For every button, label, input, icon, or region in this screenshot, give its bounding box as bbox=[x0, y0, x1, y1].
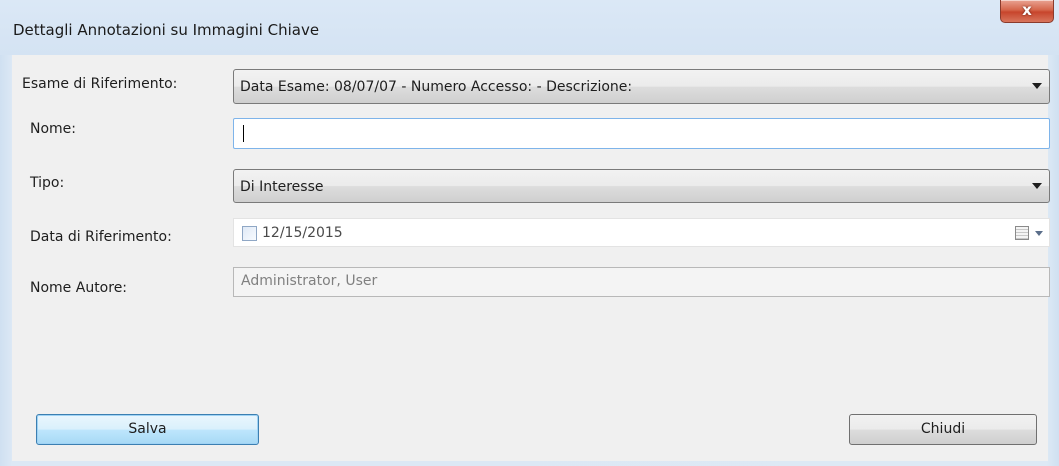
reference-date-value: 12/15/2015 bbox=[262, 225, 343, 241]
calendar-icon[interactable] bbox=[1015, 226, 1029, 240]
type-select-value: Di Interesse bbox=[240, 179, 324, 195]
author-label: Nome Autore: bbox=[30, 280, 128, 296]
title-bar[interactable]: Dettagli Annotazioni su Immagini Chiave … bbox=[0, 0, 1059, 55]
chevron-down-icon bbox=[1032, 183, 1042, 189]
reference-date-picker[interactable]: 12/15/2015 bbox=[233, 218, 1050, 247]
calendar-dropdown-icon[interactable] bbox=[1035, 231, 1043, 236]
save-button[interactable]: Salva bbox=[36, 414, 259, 445]
close-window-button[interactable]: x bbox=[1000, 0, 1054, 23]
close-icon: x bbox=[1022, 1, 1032, 19]
chevron-down-icon bbox=[1032, 83, 1042, 89]
exam-label: Esame di Riferimento: bbox=[22, 76, 178, 92]
name-input[interactable] bbox=[233, 118, 1050, 149]
dialog-body: Esame di Riferimento: Data Esame: 08/07/… bbox=[12, 55, 1050, 461]
reference-date-label: Data di Riferimento: bbox=[30, 229, 172, 245]
reference-date-checkbox[interactable] bbox=[242, 226, 257, 241]
author-field-value: Administrator, User bbox=[241, 273, 378, 289]
text-caret bbox=[243, 125, 244, 142]
exam-select-value: Data Esame: 08/07/07 - Numero Accesso: -… bbox=[240, 79, 633, 95]
close-button[interactable]: Chiudi bbox=[849, 414, 1037, 445]
author-field: Administrator, User bbox=[233, 267, 1050, 297]
save-button-label: Salva bbox=[128, 421, 167, 437]
type-label: Tipo: bbox=[30, 175, 65, 191]
name-label: Nome: bbox=[30, 121, 77, 137]
window-frame: Dettagli Annotazioni su Immagini Chiave … bbox=[0, 0, 1059, 466]
exam-select[interactable]: Data Esame: 08/07/07 - Numero Accesso: -… bbox=[233, 69, 1050, 104]
window-title: Dettagli Annotazioni su Immagini Chiave bbox=[13, 21, 320, 39]
close-button-label: Chiudi bbox=[920, 421, 966, 437]
type-select[interactable]: Di Interesse bbox=[233, 169, 1050, 203]
